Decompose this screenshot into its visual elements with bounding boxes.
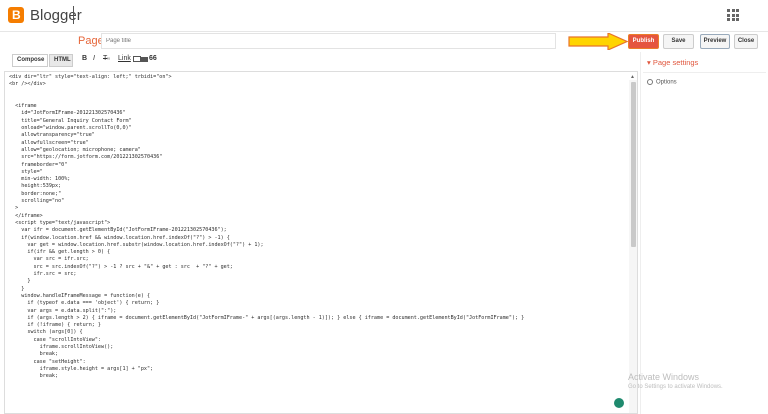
image-icon[interactable] (133, 56, 141, 62)
tab-html[interactable]: HTML (49, 54, 73, 67)
italic-button[interactable]: I (93, 55, 95, 62)
quote-button[interactable]: 66 (149, 55, 157, 62)
bold-button[interactable]: B (82, 55, 87, 62)
preview-button[interactable]: Preview (700, 34, 730, 49)
link-button[interactable]: Link (118, 55, 131, 62)
gear-icon (647, 79, 653, 85)
page-settings-label: Page settings (652, 58, 699, 67)
close-button[interactable]: Close (734, 34, 758, 49)
settings-sidebar (640, 52, 768, 414)
page-title-input[interactable] (101, 33, 556, 49)
page-settings-header[interactable]: ▾ Page settings (647, 58, 698, 67)
tab-compose[interactable]: Compose (12, 54, 48, 67)
publish-button[interactable]: Publish (628, 34, 659, 49)
logo-letter: B (12, 8, 21, 22)
title-separator (73, 6, 74, 24)
watermark-subtitle: Go to Settings to activate Windows. (628, 384, 723, 390)
html-source-code[interactable]: <div dir="ltr" style="text-align: left;"… (9, 74, 627, 380)
scroll-up-icon[interactable]: ▲ (630, 74, 635, 80)
top-bar: B Blogger (0, 0, 768, 32)
arrow-icon (568, 33, 628, 50)
editor-scroll-thumb[interactable] (631, 82, 636, 247)
text-size-button[interactable]: ₄₀ (106, 55, 110, 61)
apps-grid-icon[interactable] (727, 9, 739, 21)
watermark-title: Activate Windows (628, 372, 700, 382)
html-editor[interactable]: <div dir="ltr" style="text-align: left;"… (4, 71, 638, 414)
page-label: Page (78, 35, 104, 47)
floating-action-icon[interactable] (614, 398, 624, 408)
save-button[interactable]: Save (663, 34, 694, 49)
video-icon[interactable] (141, 57, 148, 62)
sidebar-item-options[interactable]: Options (647, 79, 677, 86)
sidebar-divider (643, 72, 766, 73)
options-label: Options (656, 79, 677, 86)
blogger-logo-icon[interactable]: B (8, 7, 24, 23)
